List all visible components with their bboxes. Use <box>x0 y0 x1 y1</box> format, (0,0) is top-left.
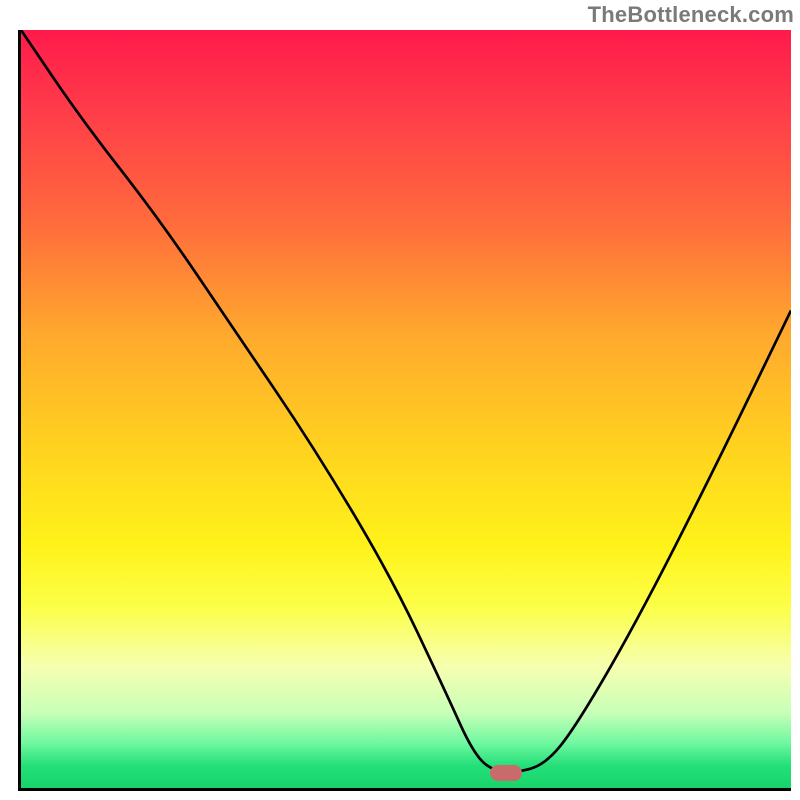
chart-frame: TheBottleneck.com <box>0 0 800 800</box>
optimal-marker <box>490 765 522 781</box>
plot-area <box>18 30 791 791</box>
watermark-text: TheBottleneck.com <box>588 2 794 28</box>
